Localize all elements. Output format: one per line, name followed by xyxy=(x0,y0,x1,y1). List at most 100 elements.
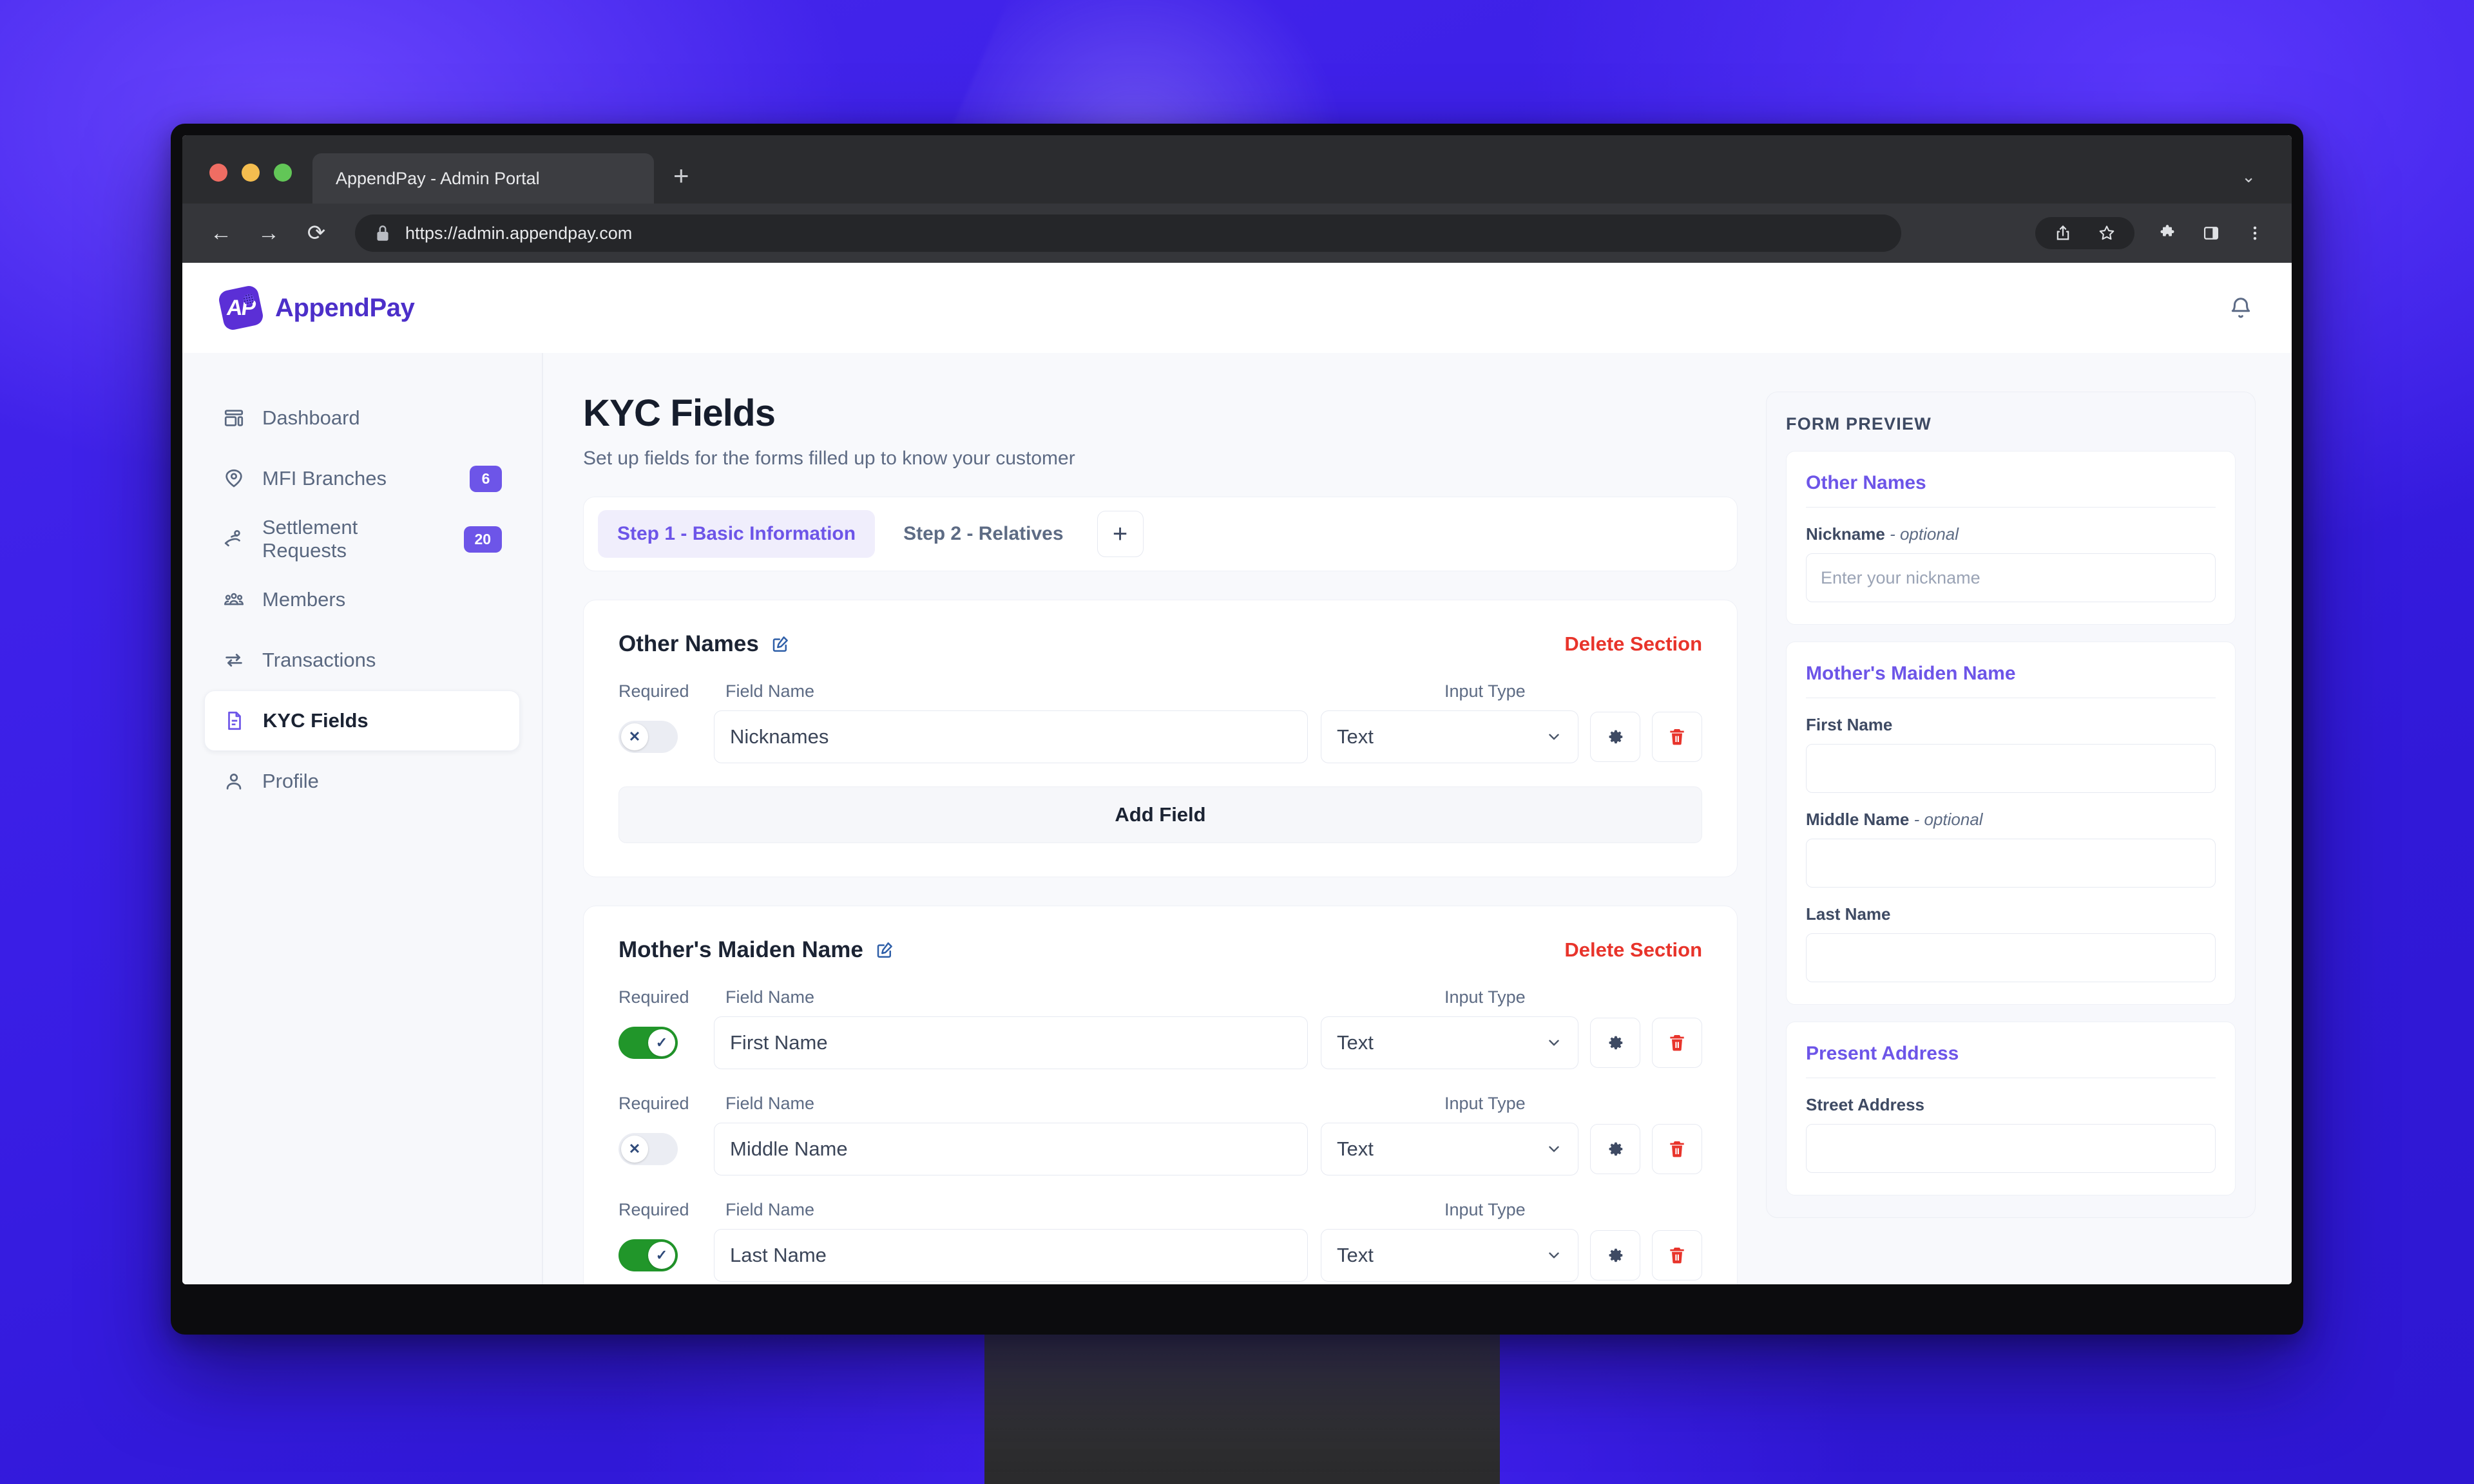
required-toggle[interactable]: ✕ xyxy=(618,1133,678,1165)
col-header-input-type: Input Type xyxy=(1444,1094,1526,1113)
edit-section-icon[interactable] xyxy=(771,634,790,654)
forward-icon[interactable]: → xyxy=(256,222,282,244)
add-step-button[interactable]: + xyxy=(1097,511,1144,557)
dashboard-icon xyxy=(222,406,245,430)
preview-section-title: Mother's Maiden Name xyxy=(1806,663,2016,684)
field-settings-button[interactable] xyxy=(1590,1018,1640,1068)
sidebar-item-mfi-branches[interactable]: MFI Branches 6 xyxy=(204,448,520,509)
field-name-input[interactable]: Last Name xyxy=(714,1229,1308,1282)
add-field-button[interactable]: Add Field xyxy=(618,786,1702,843)
column-headers: Required Field Name Input Type xyxy=(618,681,1702,701)
preview-field-label: Middle Name - optional xyxy=(1806,810,2216,830)
field-name-input[interactable]: Nicknames xyxy=(714,710,1308,763)
delete-section-button[interactable]: Delete Section xyxy=(1564,938,1702,962)
monitor: AppendPay - Admin Portal + ⌄ ← → ⟳ https… xyxy=(171,124,2303,1335)
preview-field-input[interactable] xyxy=(1806,1124,2216,1173)
tab-step-1[interactable]: Step 1 - Basic Information xyxy=(598,510,876,558)
person-icon xyxy=(222,770,245,793)
field-name-input[interactable]: First Name xyxy=(714,1016,1308,1069)
chevron-down-icon xyxy=(1546,1247,1562,1264)
column-headers: Required Field Name Input Type xyxy=(618,1200,1702,1220)
preview-section-present-address: Present Address Street Address xyxy=(1786,1022,2236,1195)
brand-logo[interactable]: AP AppendPay xyxy=(217,284,415,332)
field-settings-button[interactable] xyxy=(1590,1230,1640,1280)
input-type-select[interactable]: Text xyxy=(1321,1016,1578,1069)
col-header-input-type: Input Type xyxy=(1444,1200,1526,1219)
col-header-input-type: Input Type xyxy=(1444,987,1526,1007)
browser-tab[interactable]: AppendPay - Admin Portal xyxy=(312,153,654,204)
sidebar: Dashboard MFI Branches 6 Settlement Requ… xyxy=(182,353,543,1284)
step-tabs: Step 1 - Basic Information Step 2 - Rela… xyxy=(583,497,1738,571)
delete-field-button[interactable] xyxy=(1652,712,1702,762)
delete-section-button[interactable]: Delete Section xyxy=(1564,633,1702,656)
field-settings-button[interactable] xyxy=(1590,1124,1640,1174)
preview-section-mothers-maiden-name: Mother's Maiden Name First Name Middle N… xyxy=(1786,642,2236,1005)
input-type-select[interactable]: Text xyxy=(1321,1123,1578,1175)
url-text: https://admin.appendpay.com xyxy=(405,223,633,243)
tab-step-2[interactable]: Step 2 - Relatives xyxy=(884,510,1082,558)
preview-field-label-text: Middle Name xyxy=(1806,810,1910,829)
field-row: ✕ Middle Name Text xyxy=(618,1123,1702,1175)
col-header-field-name: Field Name xyxy=(725,987,815,1007)
notification-bell-icon[interactable] xyxy=(2229,296,2253,320)
required-toggle[interactable]: ✓ xyxy=(618,1239,678,1271)
form-preview-column: FORM PREVIEW Other Names Nickname - opti… xyxy=(1766,392,2256,1284)
extensions-puzzle-icon[interactable] xyxy=(2156,222,2178,244)
required-toggle[interactable]: ✕ xyxy=(618,721,678,753)
back-icon[interactable]: ← xyxy=(208,222,234,244)
section-title: Other Names xyxy=(618,631,759,656)
people-icon xyxy=(222,588,245,611)
bookmark-star-icon[interactable] xyxy=(2096,222,2118,244)
sidebar-item-transactions[interactable]: Transactions xyxy=(204,630,520,690)
preview-field-input[interactable] xyxy=(1806,744,2216,793)
page-subtitle: Set up fields for the forms filled up to… xyxy=(583,448,1075,469)
section-header: Mother's Maiden Name Delete Section xyxy=(618,937,1702,963)
gear-icon xyxy=(1605,1032,1625,1053)
preview-field-label-text: First Name xyxy=(1806,715,1893,734)
browser-tabstrip: AppendPay - Admin Portal + ⌄ xyxy=(182,135,2292,204)
toolbar-pill xyxy=(2035,217,2134,249)
col-header-field-name: Field Name xyxy=(725,681,815,701)
delete-field-button[interactable] xyxy=(1652,1018,1702,1068)
preview-field-input[interactable]: Enter your nickname xyxy=(1806,553,2216,602)
delete-field-button[interactable] xyxy=(1652,1124,1702,1174)
sidebar-item-members[interactable]: Members xyxy=(204,569,520,630)
minimize-window-button[interactable] xyxy=(242,164,260,182)
sidebar-item-label: Dashboard xyxy=(262,406,360,429)
input-type-select[interactable]: Text xyxy=(1321,710,1578,763)
sidebar-item-dashboard[interactable]: Dashboard xyxy=(204,388,520,448)
optional-suffix: - optional xyxy=(1913,810,1983,829)
preview-field-label: First Name xyxy=(1806,715,2216,735)
close-window-button[interactable] xyxy=(209,164,227,182)
field-settings-button[interactable] xyxy=(1590,712,1640,762)
side-panel-icon[interactable] xyxy=(2200,222,2222,244)
toggle-knob: ✕ xyxy=(621,723,648,750)
required-toggle[interactable]: ✓ xyxy=(618,1027,678,1059)
browser-menu-icon[interactable] xyxy=(2244,222,2266,244)
preview-field-input[interactable] xyxy=(1806,933,2216,982)
chevron-down-icon[interactable]: ⌄ xyxy=(2241,167,2256,187)
sidebar-item-label: Profile xyxy=(262,770,319,792)
sidebar-item-label: MFI Branches xyxy=(262,467,387,490)
input-type-value: Text xyxy=(1337,1137,1374,1160)
edit-section-icon[interactable] xyxy=(875,940,894,960)
sidebar-item-settlement-requests[interactable]: Settlement Requests 20 xyxy=(204,509,520,569)
sidebar-item-kyc-fields[interactable]: KYC Fields xyxy=(204,690,520,751)
delete-field-button[interactable] xyxy=(1652,1230,1702,1280)
address-bar[interactable]: https://admin.appendpay.com xyxy=(355,214,1901,252)
preview-section-other-names: Other Names Nickname - optional Enter yo… xyxy=(1786,451,2236,625)
share-icon[interactable] xyxy=(2052,222,2074,244)
gear-icon xyxy=(1605,1139,1625,1159)
preview-field-input[interactable] xyxy=(1806,839,2216,888)
monitor-stand xyxy=(984,1332,1500,1484)
lock-icon xyxy=(374,224,391,243)
field-name-input[interactable]: Middle Name xyxy=(714,1123,1308,1175)
reload-icon[interactable]: ⟳ xyxy=(303,222,329,244)
browser-toolbar: ← → ⟳ https://admin.appendpay.com xyxy=(182,204,2292,263)
sidebar-item-profile[interactable]: Profile xyxy=(204,751,520,812)
new-tab-button[interactable]: + xyxy=(673,162,689,204)
input-type-select[interactable]: Text xyxy=(1321,1229,1578,1282)
maximize-window-button[interactable] xyxy=(274,164,292,182)
preview-section-title: Other Names xyxy=(1806,472,1926,493)
required-cell: ✓ xyxy=(618,1239,714,1271)
